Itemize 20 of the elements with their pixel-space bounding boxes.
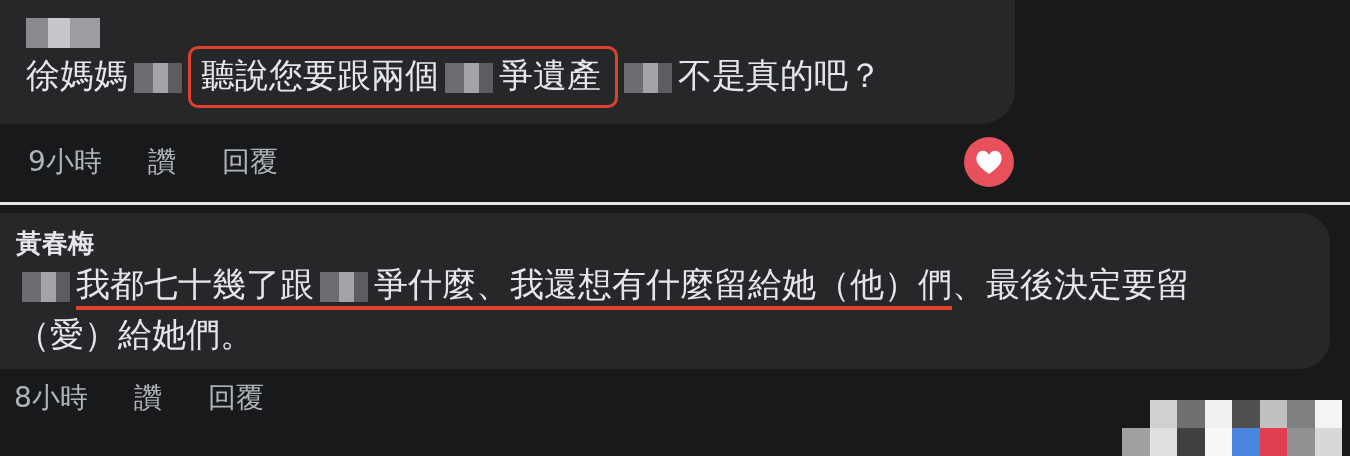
timestamp: 9小時 [28, 144, 102, 180]
reply-link[interactable]: 回覆 [221, 143, 278, 181]
blurred-text [624, 62, 672, 93]
blurred-text [134, 62, 182, 93]
comment-text: 聽說您要跟兩個 [201, 55, 439, 95]
like-link[interactable]: 讚 [133, 379, 162, 417]
like-link[interactable]: 讚 [147, 143, 176, 181]
comment-text: 、最後決定要留 [952, 264, 1190, 304]
blurred-text [320, 271, 368, 302]
author-name[interactable]: 黃春梅 [16, 227, 1310, 259]
comment-text: （愛）給她們。 [16, 314, 254, 354]
blurred-text [22, 271, 70, 302]
comment-text: 徐媽媽 [26, 55, 128, 95]
comment-text: 爭什麼、我還想有什麼留給她（他）們 [374, 264, 952, 304]
timestamp: 8小時 [14, 380, 88, 416]
comment-text: 我都七十幾了跟 [76, 264, 314, 304]
comment-text: 不是真的吧？ [678, 55, 882, 95]
comment-text: 爭遺產 [499, 55, 601, 95]
reply-link[interactable]: 回覆 [207, 379, 264, 417]
blurred-text [445, 62, 493, 93]
